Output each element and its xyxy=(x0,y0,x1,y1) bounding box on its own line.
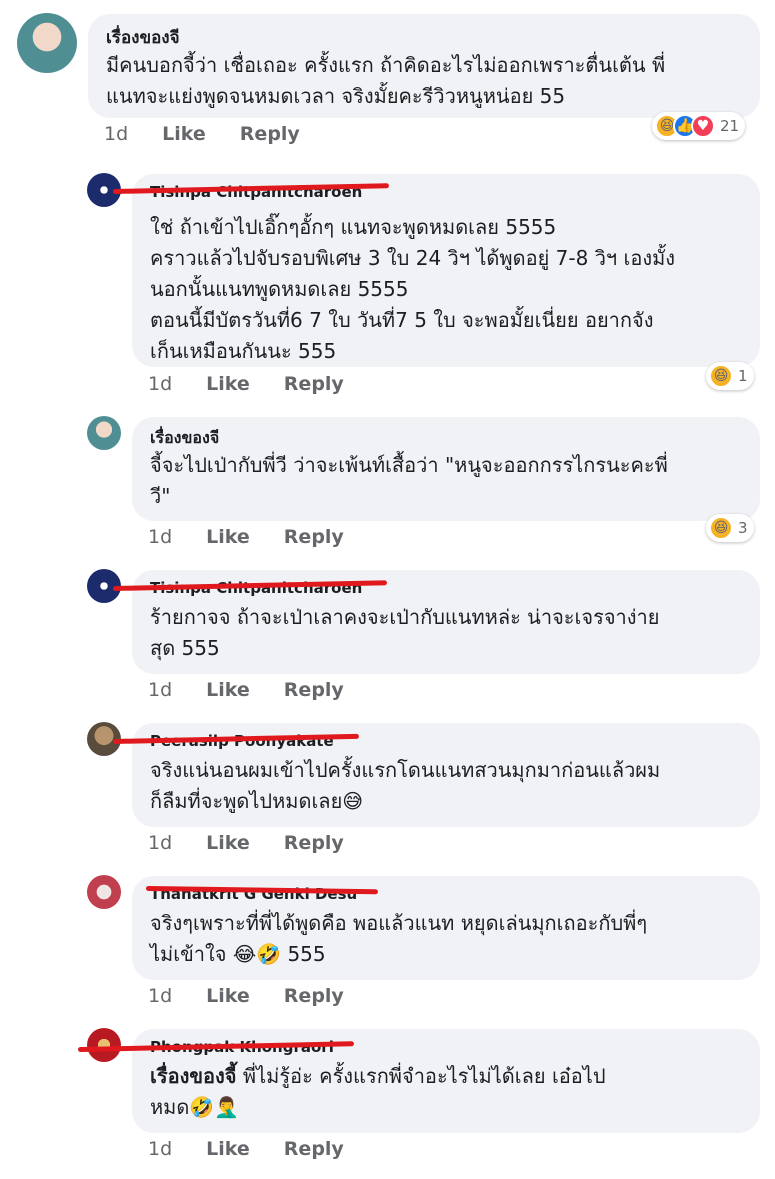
reply-button[interactable]: Reply xyxy=(240,123,300,145)
comment-author[interactable]: Tisinpa Chitpanitcharoen xyxy=(150,182,742,202)
reaction-count: 1 xyxy=(738,367,748,385)
comment-line: ก็ลืมที่จะพูดไปหมดเลย😅 xyxy=(150,789,364,813)
comment-bubble: เรื่องของจี จี้จะไปเป่ากับพี่วี ว่าจะเพ้… xyxy=(132,417,760,521)
comment-text: จริงแน่นอนผมเข้าไปครั้งแรกโดนแนทสวนมุกมา… xyxy=(150,755,742,817)
comment-time[interactable]: 1d xyxy=(148,1138,172,1160)
like-button[interactable]: Like xyxy=(206,526,250,548)
comment-text: จริงๆเพราะที่พี่ได้พูดคือ พอแล้วแนท หยุด… xyxy=(150,908,742,970)
haha-icon: 😆 xyxy=(709,516,733,540)
comment-line: คราวแล้วไปจับรอบพิเศษ 3 ใบ 24 วิฯ ได้พูด… xyxy=(150,246,676,270)
reaction-count: 3 xyxy=(738,519,748,537)
like-button[interactable]: Like xyxy=(206,832,250,854)
comment-text: ใช่ ถ้าเข้าไปเอิ๊กๆอั้กๆ แนทจะพูดหมดเลย … xyxy=(150,212,742,367)
love-icon: ♥ xyxy=(691,114,715,138)
comment-line: วี" xyxy=(150,484,171,508)
comment-line: เรื่องของจี้ พี่ไม่รู้อ่ะ ครั้งแรกพี่จำอ… xyxy=(150,1061,742,1092)
reaction-count: 21 xyxy=(720,117,740,135)
comment-line: นอกนั้นแนทพูดหมดเลย 5555 xyxy=(150,277,409,301)
reply-button[interactable]: Reply xyxy=(284,679,344,701)
comment-actions: 1d Like Reply xyxy=(148,985,344,1007)
comment-time[interactable]: 1d xyxy=(148,526,172,548)
like-button[interactable]: Like xyxy=(206,1138,250,1160)
like-button[interactable]: Like xyxy=(162,123,206,145)
like-button[interactable]: Like xyxy=(206,985,250,1007)
comment-line: สุด 555 xyxy=(150,636,220,660)
comment-line: ใช่ ถ้าเข้าไปเอิ๊กๆอั้กๆ แนทจะพูดหมดเลย … xyxy=(150,215,557,239)
comment-line: เก็นเหมือนกันนะ 555 xyxy=(150,339,337,363)
comment-bubble: Tisinpa Chitpanitcharoen ใช่ ถ้าเข้าไปเอ… xyxy=(132,174,760,367)
comment-line: ตอนนี้มีบัตรวันที่6 7 ใบ วันที่7 5 ใบ จะ… xyxy=(150,308,654,332)
reaction-summary[interactable]: 😆 👍 ♥ 21 xyxy=(652,112,746,140)
comment-actions: 1d Like Reply xyxy=(148,526,344,548)
comment-actions: 1d Like Reply xyxy=(148,832,344,854)
comment-time[interactable]: 1d xyxy=(148,373,172,395)
comment-time[interactable]: 1d xyxy=(148,985,172,1007)
comment-time[interactable]: 1d xyxy=(104,123,128,145)
reply-button[interactable]: Reply xyxy=(284,526,344,548)
comment-actions: 1d Like Reply xyxy=(148,373,344,395)
comment-text: จี้จะไปเป่ากับพี่วี ว่าจะเพ้นท์เสื้อว่า … xyxy=(150,450,742,512)
comment-author[interactable]: เรื่องของจี xyxy=(150,426,742,450)
comment-actions: 1d Like Reply xyxy=(104,123,300,145)
comment-line: ไม่เข้าใจ 😂🤣 555 xyxy=(150,942,326,966)
comment-line: จี้จะไปเป่ากับพี่วี ว่าจะเพ้นท์เสื้อว่า … xyxy=(150,453,668,477)
comment-line: มีคนบอกจี้ว่า เชื่อเถอะ ครั้งแรก ถ้าคิดอ… xyxy=(106,53,666,77)
comment-time[interactable]: 1d xyxy=(148,832,172,854)
comment-bubble: เรื่องของจี มีคนบอกจี้ว่า เชื่อเถอะ ครั้… xyxy=(88,14,760,118)
comment-line: หมด🤣🤦‍♂️ xyxy=(150,1095,240,1119)
reaction-summary[interactable]: 😆 1 xyxy=(706,362,754,390)
comment-text: มีคนบอกจี้ว่า เชื่อเถอะ ครั้งแรก ถ้าคิดอ… xyxy=(106,50,742,112)
comment-text: เรื่องของจี้ พี่ไม่รู้อ่ะ ครั้งแรกพี่จำอ… xyxy=(150,1061,742,1123)
mention-link[interactable]: เรื่องของจี้ xyxy=(150,1064,237,1088)
comment-line: ร้ายกาจจ ถ้าจะเป่าเลาคงจะเป่ากับแนทหล่ะ … xyxy=(150,605,660,629)
avatar[interactable] xyxy=(17,13,77,73)
comment-line-text: พี่ไม่รู้อ่ะ ครั้งแรกพี่จำอะไรไม่ได้เลย … xyxy=(236,1064,606,1088)
reply-button[interactable]: Reply xyxy=(284,373,344,395)
avatar[interactable] xyxy=(87,1028,121,1062)
reply-button[interactable]: Reply xyxy=(284,1138,344,1160)
comment-line: จริงแน่นอนผมเข้าไปครั้งแรกโดนแนทสวนมุกมา… xyxy=(150,758,661,782)
haha-icon: 😆 xyxy=(709,364,733,388)
comment-author[interactable]: เรื่องของจี xyxy=(106,26,742,50)
like-button[interactable]: Like xyxy=(206,373,250,395)
comment-actions: 1d Like Reply xyxy=(148,679,344,701)
like-button[interactable]: Like xyxy=(206,679,250,701)
reaction-summary[interactable]: 😆 3 xyxy=(706,514,754,542)
comment-line: แนทจะแย่งพูดจนหมดเวลา จริงมั้ยคะรีวิวหนู… xyxy=(106,84,566,108)
avatar[interactable] xyxy=(87,875,121,909)
comment-time[interactable]: 1d xyxy=(148,679,172,701)
avatar[interactable] xyxy=(87,416,121,450)
comment-actions: 1d Like Reply xyxy=(148,1138,344,1160)
comment-line: จริงๆเพราะที่พี่ได้พูดคือ พอแล้วแนท หยุด… xyxy=(150,911,648,935)
reply-button[interactable]: Reply xyxy=(284,832,344,854)
comment-text: ร้ายกาจจ ถ้าจะเป่าเลาคงจะเป่ากับแนทหล่ะ … xyxy=(150,602,742,664)
reply-button[interactable]: Reply xyxy=(284,985,344,1007)
